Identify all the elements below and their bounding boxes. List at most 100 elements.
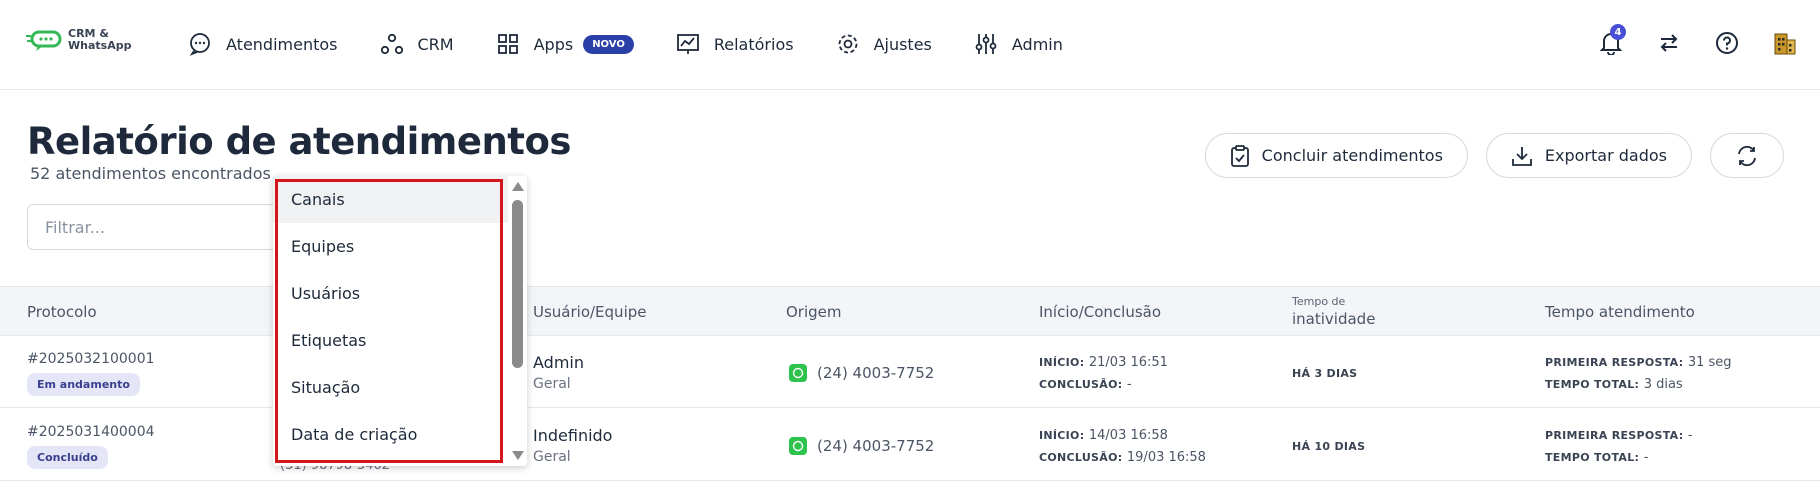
scroll-thumb[interactable] <box>512 200 523 368</box>
logo-line-2: WhatsApp <box>68 39 132 52</box>
main-nav: Atendimentos CRM Apps NOVO Relatórios Aj… <box>188 28 1105 60</box>
header-tempo[interactable]: Tempo atendimento <box>1545 287 1695 337</box>
top-navbar: CRM & WhatsApp Atendimentos CRM Apps NOV… <box>0 0 1820 90</box>
header-inatividade-bottom: inatividade <box>1292 310 1376 328</box>
first-response-label: PRIMEIRA RESPOSTA: <box>1545 429 1684 442</box>
crm-nodes-icon <box>380 33 403 55</box>
nav-item-relatorios[interactable]: Relatórios <box>676 32 794 56</box>
filter-dropdown-menu: Canais Equipes Usuários Etiquetas Situaç… <box>273 176 527 466</box>
dropdown-item-data-criacao[interactable]: Data de criação <box>273 411 508 458</box>
conclusao-label: CONCLUSÃO: <box>1039 378 1123 391</box>
dropdown-item-canais[interactable]: Canais <box>273 176 508 223</box>
header-protocolo[interactable]: Protocolo <box>27 287 97 337</box>
dates-cell: INÍCIO: 14/03 16:58 CONCLUSÃO: 19/03 16:… <box>1039 427 1206 471</box>
gear-icon <box>838 34 857 54</box>
help-button[interactable] <box>1712 28 1742 58</box>
notifications-button[interactable]: 4 <box>1596 24 1626 58</box>
app-logo[interactable]: CRM & WhatsApp <box>26 28 131 52</box>
report-chart-icon <box>676 34 699 54</box>
dropdown-scrollbar[interactable] <box>508 176 527 466</box>
total-time-label: TEMPO TOTAL: <box>1545 378 1640 391</box>
help-icon <box>1716 32 1738 54</box>
logo-text: CRM & WhatsApp <box>68 28 131 52</box>
origin-cell: (24) 4003-7752 <box>789 437 934 455</box>
user-cell: Indefinido Geral <box>533 426 612 465</box>
inicio-value: 21/03 16:51 <box>1088 355 1168 370</box>
dropdown-item-etiquetas[interactable]: Etiquetas <box>273 317 508 364</box>
notification-count-badge: 4 <box>1610 24 1626 40</box>
nav-item-admin[interactable]: Admin <box>974 32 1063 56</box>
chat-bubble-icon <box>189 33 210 56</box>
nav-label: Ajustes <box>873 34 932 54</box>
swap-arrows-icon <box>1660 34 1678 52</box>
nav-item-crm[interactable]: CRM <box>380 32 454 56</box>
nav-label: Apps <box>533 34 574 54</box>
protocol-cell: #2025032100001 Em andamento <box>27 351 155 396</box>
time-cell: PRIMEIRA RESPOSTA: - TEMPO TOTAL: - <box>1545 427 1693 471</box>
conclude-label: Concluir atendimentos <box>1261 146 1443 165</box>
inactivity-value: HÁ 3 DIAS <box>1292 367 1358 380</box>
user-name: Indefinido <box>533 426 613 445</box>
inactivity-value: HÁ 10 DIAS <box>1292 440 1366 453</box>
dates-cell: INÍCIO: 21/03 16:51 CONCLUSÃO: - <box>1039 354 1168 398</box>
user-team: Geral <box>533 449 571 465</box>
whatsapp-icon <box>789 364 807 382</box>
user-team: Geral <box>533 376 571 392</box>
protocol-number: #2025032100001 <box>27 351 155 367</box>
header-usuario[interactable]: Usuário/Equipe <box>533 287 646 337</box>
dropdown-item-situacao[interactable]: Situação <box>273 364 508 411</box>
page-title: Relatório de atendimentos <box>27 120 571 163</box>
nav-item-ajustes[interactable]: Ajustes <box>836 32 932 56</box>
header-inicio[interactable]: Início/Conclusão <box>1039 287 1161 337</box>
status-badge: Em andamento <box>27 373 140 396</box>
company-button[interactable] <box>1770 28 1800 58</box>
download-icon <box>1512 146 1532 166</box>
filter-placeholder: Filtrar... <box>45 217 105 237</box>
user-name: Admin <box>533 353 584 372</box>
header-inatividade[interactable]: Tempo de inatividade <box>1292 295 1375 328</box>
total-time-value: 3 dias <box>1643 377 1683 392</box>
inicio-label: INÍCIO: <box>1039 356 1085 369</box>
nav-label: Admin <box>1011 34 1063 54</box>
inicio-value: 14/03 16:58 <box>1088 428 1168 443</box>
nav-item-apps[interactable]: Apps NOVO <box>496 32 634 56</box>
nav-label: Relatórios <box>713 34 794 54</box>
scroll-up-arrow-icon[interactable] <box>512 182 524 191</box>
export-label: Exportar dados <box>1544 146 1667 165</box>
user-cell: Admin Geral <box>533 353 584 392</box>
apps-grid-icon <box>497 34 518 54</box>
header-origem[interactable]: Origem <box>786 287 842 337</box>
sliders-icon <box>975 34 997 54</box>
results-count: 52 atendimentos encontrados <box>30 164 271 183</box>
first-response-value: - <box>1687 428 1693 443</box>
export-button[interactable]: Exportar dados <box>1485 133 1692 178</box>
conclusao-value: 19/03 16:58 <box>1126 450 1206 465</box>
refresh-button[interactable] <box>1710 133 1784 178</box>
total-time-label: TEMPO TOTAL: <box>1545 451 1640 464</box>
nav-label: Atendimentos <box>226 34 338 54</box>
building-icon <box>1774 33 1796 55</box>
nav-item-atendimentos[interactable]: Atendimentos <box>188 32 338 56</box>
nav-label: CRM <box>417 34 454 54</box>
inicio-label: INÍCIO: <box>1039 429 1085 442</box>
switch-button[interactable] <box>1654 28 1684 58</box>
page-actions: Concluir atendimentos Exportar dados <box>1204 133 1784 178</box>
conclusao-value: - <box>1126 377 1132 392</box>
top-right-tools: 4 <box>1596 24 1800 58</box>
header-inatividade-top: Tempo de <box>1292 295 1346 308</box>
origin-phone: (24) 4003-7752 <box>817 437 935 455</box>
protocol-number: #2025031400004 <box>27 424 155 440</box>
new-badge: NOVO <box>583 34 634 54</box>
clipboard-check-icon <box>1230 144 1249 167</box>
dropdown-item-usuarios[interactable]: Usuários <box>273 270 508 317</box>
conclude-button[interactable]: Concluir atendimentos <box>1204 133 1468 178</box>
dropdown-item-equipes[interactable]: Equipes <box>273 223 508 270</box>
total-time-value: - <box>1643 450 1649 465</box>
origin-phone: (24) 4003-7752 <box>817 364 935 382</box>
origin-cell: (24) 4003-7752 <box>789 364 934 382</box>
scroll-down-arrow-icon[interactable] <box>512 451 524 460</box>
first-response-label: PRIMEIRA RESPOSTA: <box>1545 356 1684 369</box>
whatsapp-icon <box>789 437 807 455</box>
conclusao-label: CONCLUSÃO: <box>1039 451 1123 464</box>
protocol-cell: #2025031400004 Concluído <box>27 424 155 469</box>
